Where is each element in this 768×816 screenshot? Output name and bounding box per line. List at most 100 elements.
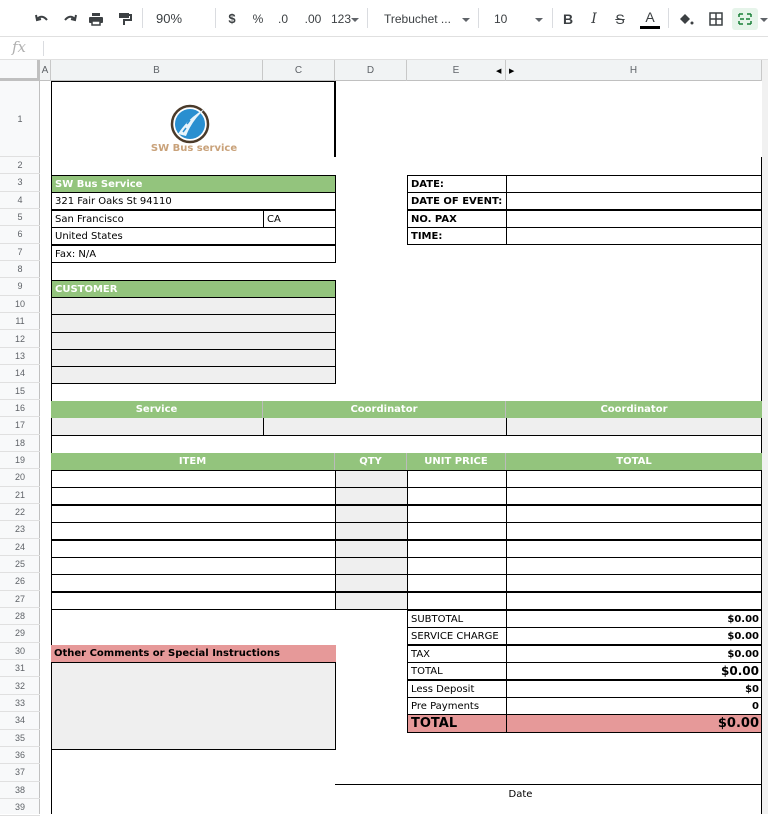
more-formats-button[interactable]: 123 [328, 8, 362, 30]
customer-line-3[interactable] [51, 332, 336, 350]
unit-price-cell[interactable] [407, 470, 507, 488]
unit-price-header[interactable]: UNIT PRICE [407, 453, 506, 471]
item-cell[interactable] [51, 592, 336, 610]
bold-button[interactable]: B [558, 8, 578, 30]
coordinator-value-1[interactable] [263, 418, 507, 436]
percent-button[interactable]: % [248, 8, 268, 30]
company-header[interactable]: SW Bus Service [51, 175, 336, 193]
qty-cell[interactable] [335, 470, 408, 488]
company-state[interactable]: CA [263, 210, 336, 228]
coordinator-header-2[interactable]: Coordinator [506, 401, 762, 419]
row-header-8[interactable]: 8 [0, 261, 40, 279]
company-country[interactable]: United States [51, 227, 336, 245]
date-value[interactable] [506, 175, 762, 193]
qty-cell[interactable] [335, 487, 408, 505]
item-cell[interactable] [51, 470, 336, 488]
font-select[interactable]: Trebuchet ... [376, 8, 472, 30]
font-size-select[interactable]: 10 [486, 8, 550, 30]
total-cell[interactable] [506, 522, 762, 540]
qty-cell[interactable] [335, 505, 408, 523]
company-fax[interactable]: Fax: N/A [51, 245, 336, 263]
row-header-2[interactable]: 2 [0, 157, 40, 175]
item-cell[interactable] [51, 487, 336, 505]
zoom-select[interactable]: 90% [150, 8, 210, 44]
total-cell[interactable] [506, 557, 762, 575]
qty-cell[interactable] [335, 557, 408, 575]
column-header-d[interactable]: D [335, 60, 407, 81]
fill-color-button[interactable] [674, 8, 698, 30]
row-header-22[interactable]: 22 [0, 504, 40, 522]
row-header-16[interactable]: 16 [0, 400, 40, 418]
undo-button[interactable] [30, 8, 54, 30]
redo-button[interactable] [58, 8, 82, 30]
item-cell[interactable] [51, 574, 336, 592]
service-header[interactable]: Service [51, 401, 263, 419]
row-header-5[interactable]: 5 [0, 209, 40, 227]
qty-cell[interactable] [335, 574, 408, 592]
date-of-event-value[interactable] [506, 192, 762, 210]
row-header-1[interactable]: 1 [0, 81, 40, 157]
qty-cell[interactable] [335, 540, 408, 558]
row-header-15[interactable]: 15 [0, 383, 40, 400]
row-header-9[interactable]: 9 [0, 278, 40, 296]
total-cell[interactable] [506, 574, 762, 592]
merge-cells-button[interactable] [732, 8, 758, 30]
row-header-20[interactable]: 20 [0, 469, 40, 487]
column-header-b[interactable]: B [51, 60, 263, 81]
total-header[interactable]: TOTAL [506, 453, 762, 471]
row-header-35[interactable]: 35 [0, 730, 40, 747]
row-header-39[interactable]: 39 [0, 799, 40, 816]
row-header-27[interactable]: 27 [0, 591, 40, 609]
row-header-14[interactable]: 14 [0, 365, 40, 383]
row-header-17[interactable]: 17 [0, 417, 40, 435]
qty-cell[interactable] [335, 522, 408, 540]
comments-input[interactable] [51, 662, 336, 750]
row-header-28[interactable]: 28 [0, 608, 40, 626]
column-header-e[interactable]: E [407, 60, 506, 81]
coordinator-header-1[interactable]: Coordinator [263, 401, 506, 419]
total-cell[interactable] [506, 505, 762, 523]
column-header-a[interactable]: A [40, 60, 51, 81]
row-header-24[interactable]: 24 [0, 539, 40, 557]
row-header-34[interactable]: 34 [0, 712, 40, 730]
row-header-30[interactable]: 30 [0, 643, 40, 661]
item-cell[interactable] [51, 557, 336, 575]
row-header-26[interactable]: 26 [0, 573, 40, 591]
company-address[interactable]: 321 Fair Oaks St 94110 [51, 192, 336, 210]
row-header-29[interactable]: 29 [0, 625, 40, 643]
customer-line-4[interactable] [51, 349, 336, 367]
customer-line-1[interactable] [51, 297, 336, 315]
column-header-c[interactable]: C [263, 60, 335, 81]
row-header-21[interactable]: 21 [0, 487, 40, 504]
text-color-button[interactable]: A [638, 8, 662, 30]
customer-line-2[interactable] [51, 314, 336, 333]
row-header-18[interactable]: 18 [0, 435, 40, 452]
row-header-3[interactable]: 3 [0, 174, 40, 192]
company-city[interactable]: San Francisco [51, 210, 264, 228]
strikethrough-button[interactable]: S [610, 8, 630, 30]
row-header-33[interactable]: 33 [0, 695, 40, 713]
row-header-6[interactable]: 6 [0, 226, 40, 244]
total-cell[interactable] [506, 470, 762, 488]
row-header-31[interactable]: 31 [0, 660, 40, 678]
customer-header[interactable]: CUSTOMER [51, 280, 336, 298]
hidden-columns-left-arrow[interactable]: ◀ [496, 67, 501, 75]
item-cell[interactable] [51, 522, 336, 540]
unit-price-cell[interactable] [407, 540, 507, 558]
unit-price-cell[interactable] [407, 557, 507, 575]
coordinator-value-2[interactable] [506, 418, 762, 436]
total-cell[interactable] [506, 592, 762, 610]
row-header-38[interactable]: 38 [0, 782, 40, 799]
unit-price-cell[interactable] [407, 592, 507, 610]
paint-format-button[interactable] [112, 8, 136, 30]
row-header-19[interactable]: 19 [0, 452, 40, 470]
unit-price-cell[interactable] [407, 574, 507, 592]
unit-price-cell[interactable] [407, 522, 507, 540]
row-header-36[interactable]: 36 [0, 747, 40, 765]
item-cell[interactable] [51, 540, 336, 558]
print-button[interactable] [84, 8, 108, 30]
row-header-32[interactable]: 32 [0, 678, 40, 695]
no-pax-value[interactable] [506, 210, 762, 228]
service-value[interactable] [51, 418, 264, 436]
total-cell[interactable] [506, 487, 762, 505]
